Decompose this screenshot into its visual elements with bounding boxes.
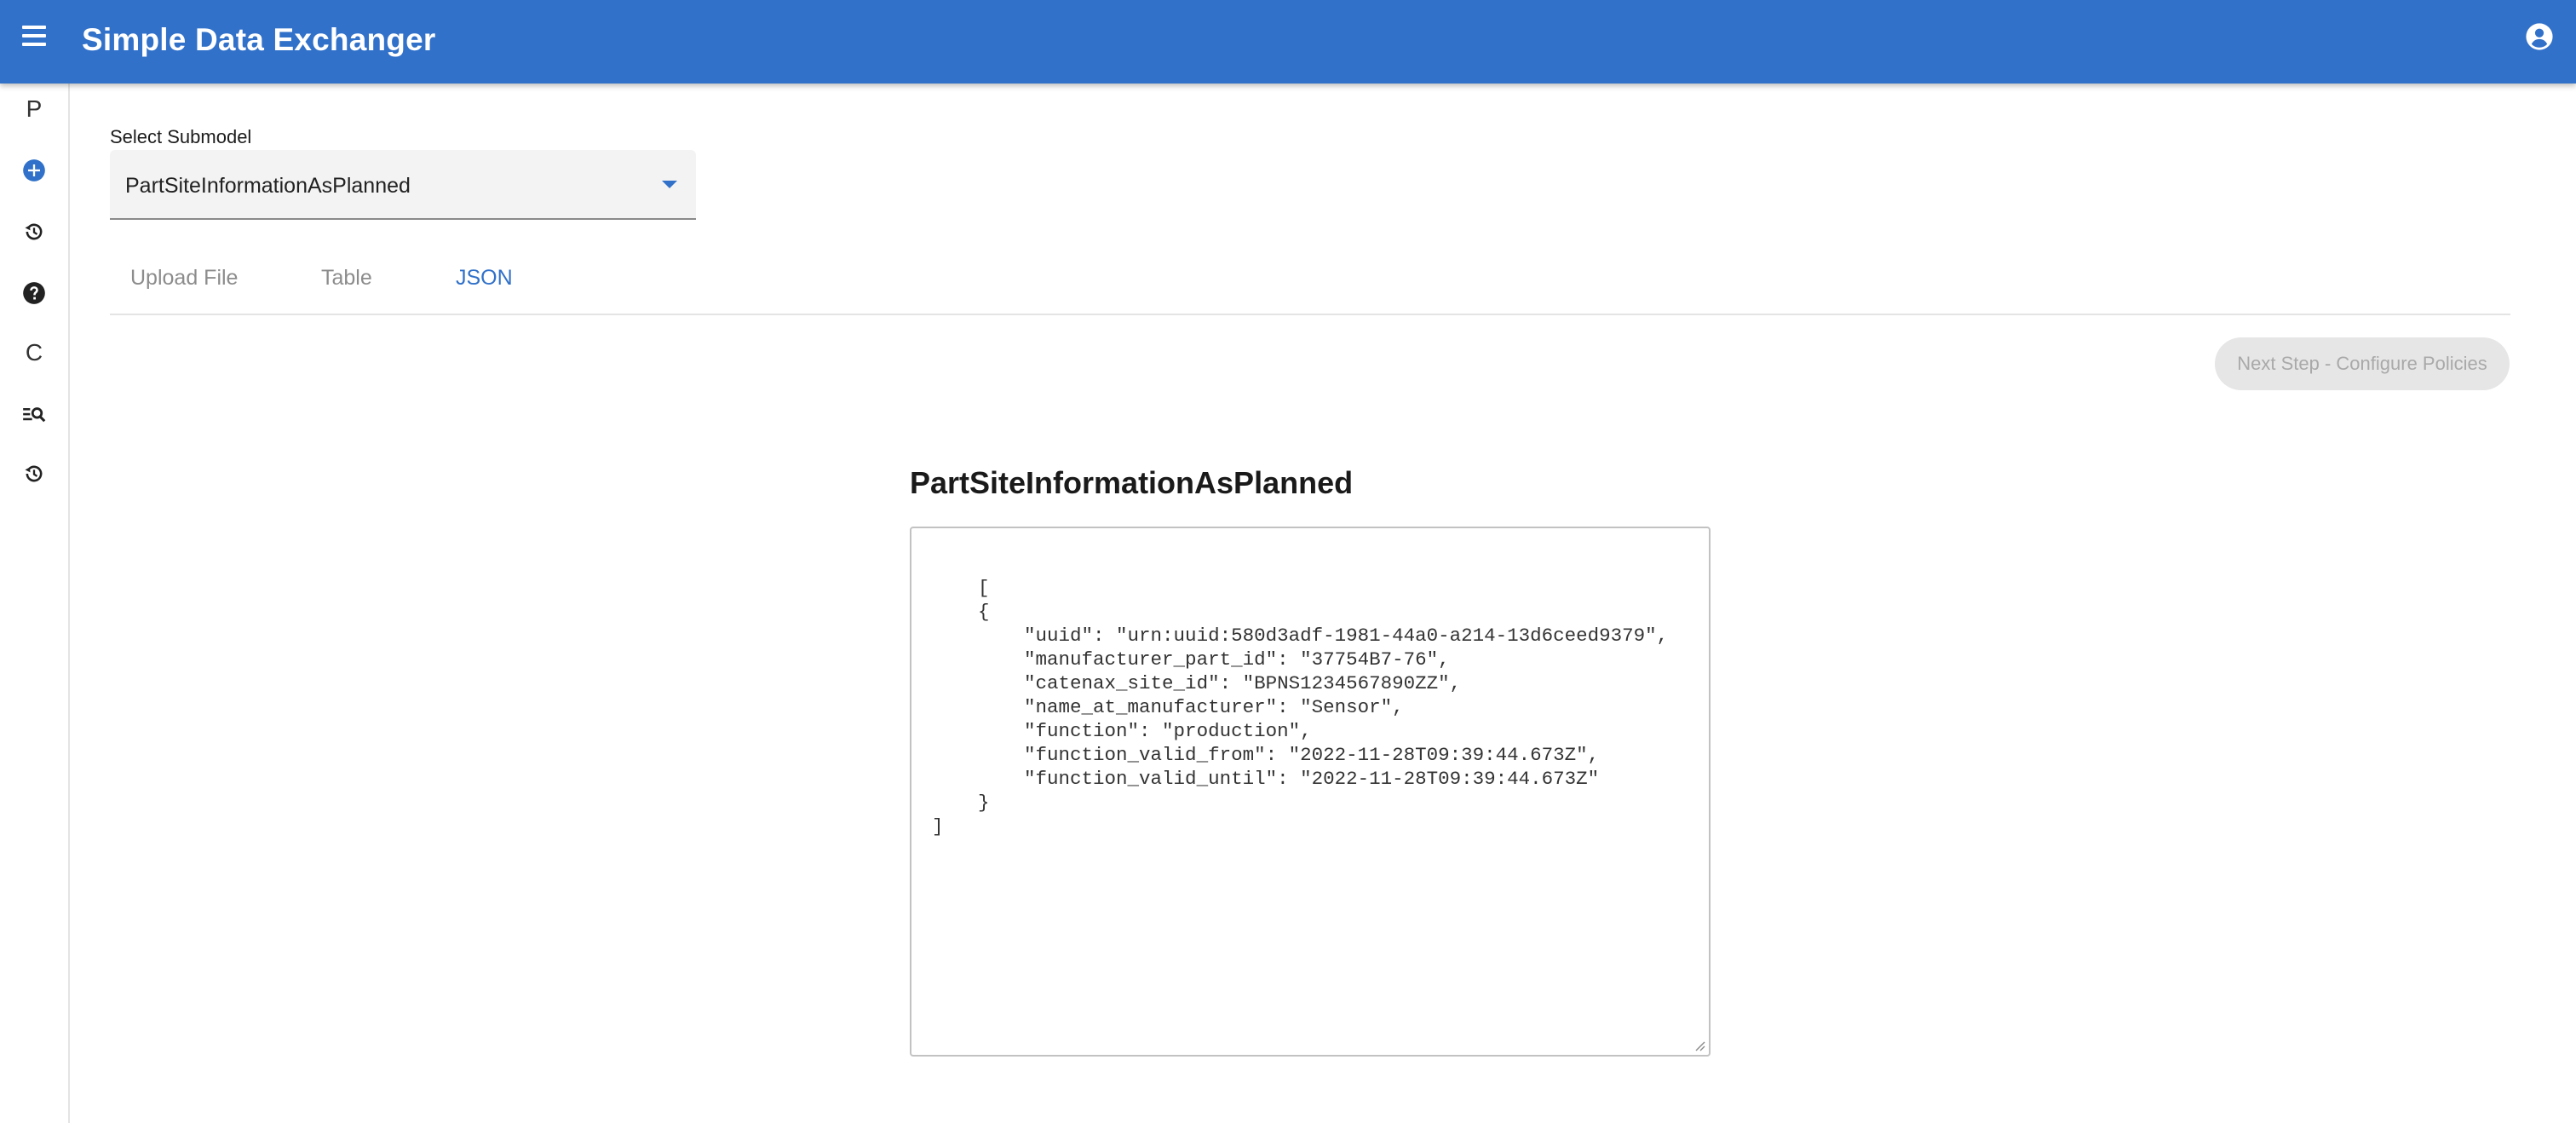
sidebar: P C [0,84,70,1123]
json-section-title: PartSiteInformationAsPlanned [910,465,1354,500]
sidebar-letter-p: P [26,95,43,122]
tab-upload-file[interactable]: Upload File [130,266,238,291]
sidebar-letter-c: C [25,339,43,366]
add-circle-icon [23,159,45,181]
json-textarea[interactable]: [ { "uuid": "urn:uuid:580d3adf-1981-44a0… [910,527,1711,1057]
history-icon [25,465,43,482]
sidebar-item-help[interactable] [0,269,68,317]
sidebar-item-provider[interactable]: P [0,85,68,133]
manage-search-icon [23,407,46,423]
history-icon [25,223,43,240]
sidebar-item-consume-data[interactable] [0,390,68,438]
caret-down-icon [662,181,677,188]
tab-bar: Upload File Table JSON [110,256,2510,315]
json-content: [ { "uuid": "urn:uuid:580d3adf-1981-44a0… [932,577,1669,838]
app-title: Simple Data Exchanger [82,22,436,57]
sidebar-item-upload-history[interactable] [0,208,68,256]
help-icon [23,282,45,304]
submodel-select[interactable]: PartSiteInformationAsPlanned [110,150,696,220]
next-step-configure-policies-button[interactable]: Next Step - Configure Policies [2215,337,2510,390]
app-bar: Simple Data Exchanger [0,0,2576,84]
resize-handle-icon[interactable] [1693,1039,1705,1051]
submodel-select-value: PartSiteInformationAsPlanned [125,174,411,198]
tab-json[interactable]: JSON [456,266,513,291]
hamburger-menu-icon[interactable] [22,26,49,51]
tab-table[interactable]: Table [321,266,372,291]
account-circle-icon[interactable] [2525,22,2554,51]
sidebar-item-consumer-history[interactable] [0,450,68,498]
sidebar-item-create-data[interactable] [0,147,68,194]
sidebar-item-consumer[interactable]: C [0,329,68,377]
select-submodel-label: Select Submodel [110,126,252,147]
